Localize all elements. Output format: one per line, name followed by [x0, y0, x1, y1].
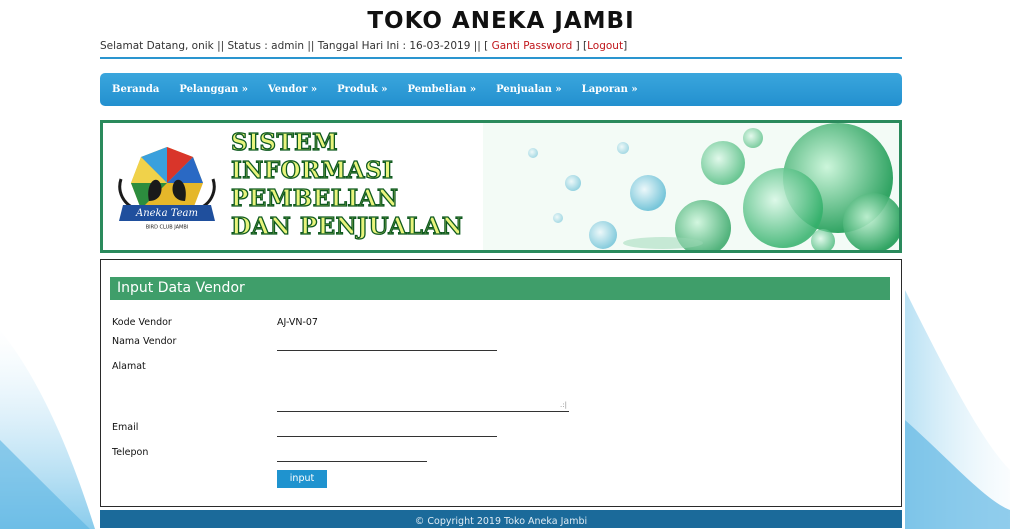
logout-link[interactable]: Logout [587, 40, 623, 52]
logo-text: Aneka Team [135, 208, 198, 219]
telepon-label: Telepon [112, 447, 149, 458]
welcome-bar: Selamat Datang, onik || Status : admin |… [100, 36, 902, 56]
banner-line-4: DAN PENJUALAN [230, 212, 464, 240]
nav-item-vendor[interactable]: Vendor » [268, 84, 317, 95]
welcome-suffix: ] [623, 40, 628, 52]
input-button[interactable]: input [277, 470, 327, 488]
banner-line-3: PEMBELIAN [230, 184, 399, 212]
aneka-team-logo: Aneka Team BIRD CLUB JAMBI [118, 147, 216, 231]
telepon-input[interactable] [277, 448, 427, 462]
email-label: Email [112, 422, 139, 433]
form-title: Input Data Vendor [110, 277, 890, 300]
nav-item-pelanggan[interactable]: Pelanggan » [179, 84, 248, 95]
kode-vendor-value: AJ-VN-07 [277, 317, 318, 328]
content-panel: Input Data Vendor Kode Vendor AJ-VN-07 N… [100, 259, 902, 507]
logo-subtext: BIRD CLUB JAMBI [146, 225, 189, 231]
main-navbar: Beranda Pelanggan » Vendor » Produk » Pe… [100, 73, 902, 106]
nama-vendor-input[interactable] [277, 337, 497, 351]
email-input[interactable] [277, 423, 497, 437]
header-banner: Aneka Team BIRD CLUB JAMBI SISTEM INFORM… [100, 120, 902, 253]
nav-item-beranda[interactable]: Beranda [112, 84, 159, 95]
alamat-label: Alamat [112, 361, 146, 372]
page-container: TOKO ANEKA JAMBI Selamat Datang, onik ||… [100, 0, 902, 528]
alamat-textarea[interactable]: .:| [277, 372, 569, 412]
banner-bubbles [483, 123, 899, 250]
banner-line-2: INFORMASI [230, 156, 394, 184]
kode-vendor-label: Kode Vendor [112, 317, 172, 328]
banner-line-1: SISTEM [230, 128, 339, 156]
welcome-separator: ] [ [572, 40, 588, 52]
banner-title: SISTEM INFORMASI PEMBELIAN DAN PENJUALAN [230, 128, 464, 241]
change-password-link[interactable]: Ganti Password [492, 40, 573, 52]
site-title: TOKO ANEKA JAMBI [367, 8, 635, 34]
nav-item-laporan[interactable]: Laporan » [582, 84, 638, 95]
footer: © Copyright 2019 Toko Aneka Jambi [100, 510, 902, 528]
welcome-text: Selamat Datang, onik || Status : admin |… [100, 40, 492, 52]
nav-item-penjualan[interactable]: Penjualan » [496, 84, 562, 95]
nama-vendor-label: Nama Vendor [112, 336, 177, 347]
nav-item-produk[interactable]: Produk » [337, 84, 387, 95]
nav-item-pembelian[interactable]: Pembelian » [407, 84, 476, 95]
header-divider [100, 57, 902, 59]
resize-grip-icon[interactable]: .:| [560, 402, 567, 409]
